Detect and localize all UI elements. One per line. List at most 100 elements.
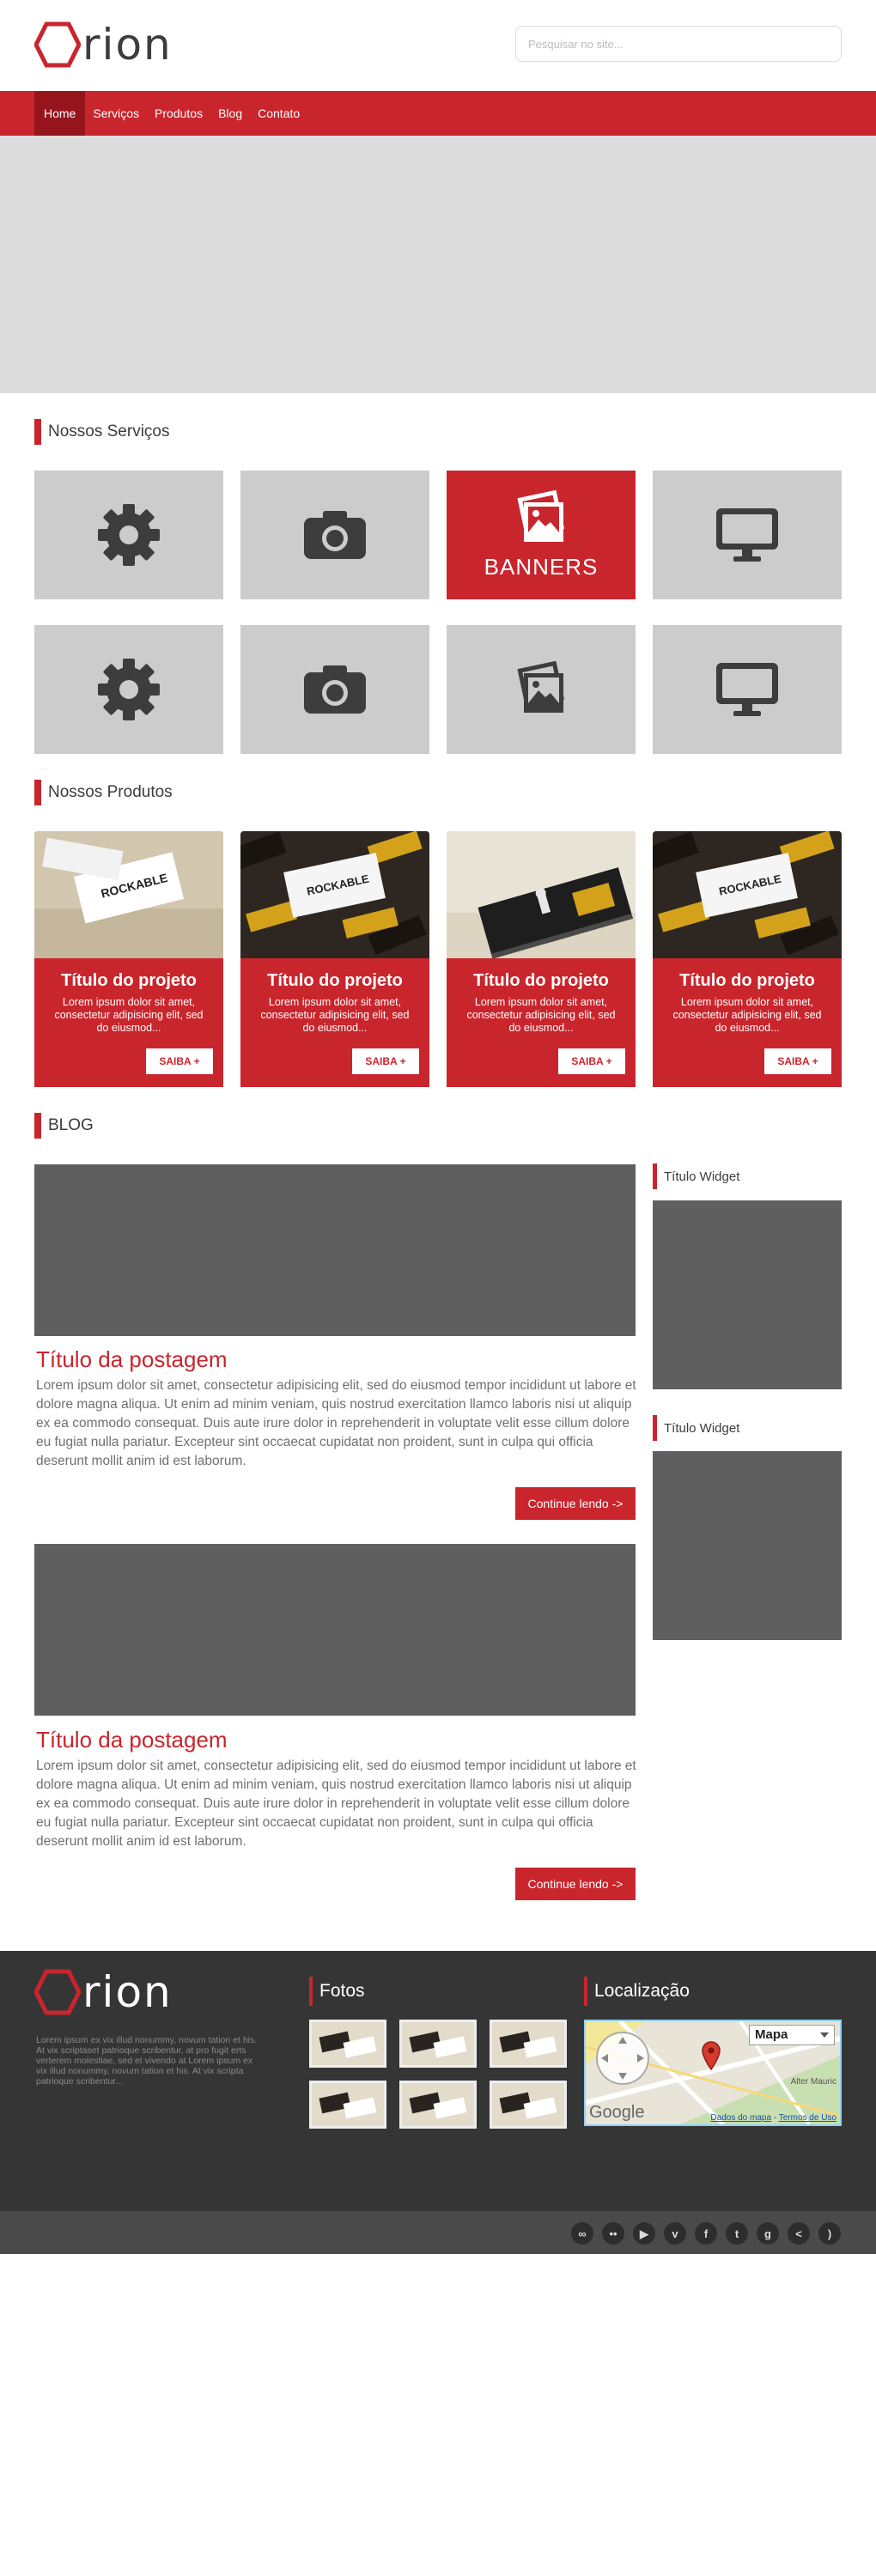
service-tile-monitor[interactable]	[653, 471, 842, 599]
service-tile-monitor[interactable]	[653, 625, 842, 754]
post-title[interactable]: Título da postagem	[36, 1346, 228, 1373]
map-type-label: Mapa	[755, 2027, 788, 2042]
footer: rion Lorem ipsum ex vix illud nonummy, n…	[0, 1951, 876, 2211]
services-title: Nossos Serviços	[48, 422, 170, 440]
nav-item-contato[interactable]: Contato	[250, 91, 307, 136]
heading-accent-bar	[309, 1977, 313, 2006]
share-icon[interactable]: <	[788, 2222, 810, 2245]
widget-title: Título Widget	[664, 1420, 740, 1436]
footer-about-text: Lorem ipsum ex vix illud nonummy, novum …	[36, 2035, 258, 2087]
map-terms-link[interactable]: Termos de Uso	[779, 2113, 836, 2123]
logo-text: rion	[82, 20, 173, 70]
youtube-icon[interactable]: ▶	[633, 2222, 655, 2245]
product-card[interactable]: ROCKABLE Título do projeto Lorem ipsum d…	[653, 831, 842, 1087]
camera-icon	[304, 665, 366, 714]
product-title: Título do projeto	[473, 971, 609, 990]
map-marker-icon[interactable]	[701, 2040, 721, 2071]
vimeo-icon[interactable]: v	[664, 2222, 686, 2245]
service-tile-camera[interactable]	[240, 625, 429, 754]
gear-icon	[98, 659, 160, 720]
blog-title: BLOG	[48, 1116, 94, 1134]
service-tile-camera[interactable]	[240, 471, 429, 599]
photo-thumbnail[interactable]	[399, 2020, 477, 2068]
footer-logo-text: rion	[82, 1967, 173, 2017]
heading-accent-bar	[34, 419, 41, 445]
photos-icon	[517, 489, 565, 542]
social-bar: ∞ •• ▶ v f t g < )	[0, 2211, 876, 2254]
map-data-link[interactable]: Dados do mapa	[710, 2113, 771, 2123]
service-tile-gear[interactable]	[34, 471, 223, 599]
post-image[interactable]	[34, 1164, 636, 1336]
monitor-icon	[716, 663, 778, 716]
product-card[interactable]: ROCKABLE Título do projeto Lorem ipsum d…	[34, 831, 223, 1087]
product-title: Título do projeto	[61, 971, 197, 990]
tile-label-banners: BANNERS	[484, 553, 599, 580]
camera-icon	[304, 511, 366, 559]
product-image: ROCKABLE	[653, 831, 842, 958]
service-tile-photos[interactable]	[447, 625, 636, 754]
nav-item-servicos[interactable]: Serviços	[85, 91, 147, 136]
heading-accent-bar	[34, 780, 41, 805]
product-text: Lorem ipsum dolor sit amet, consectetur …	[672, 996, 822, 1034]
location-map[interactable]: Mapa Alter Mauric Google Dados do mapa -…	[584, 2020, 842, 2126]
blog-heading: BLOG	[34, 1113, 94, 1139]
photo-thumbnail[interactable]	[490, 2081, 567, 2129]
post-excerpt: Lorem ipsum dolor sit amet, consectetur …	[36, 1378, 636, 1468]
product-card[interactable]: Título do projeto Lorem ipsum dolor sit …	[447, 831, 636, 1087]
twitter-icon[interactable]: t	[726, 2222, 748, 2245]
map-pan-control-icon[interactable]	[594, 2030, 651, 2087]
widget-heading: Título Widget	[653, 1415, 739, 1441]
nav-item-blog[interactable]: Blog	[210, 91, 250, 136]
heading-accent-bar	[34, 1113, 41, 1139]
product-text: Lorem ipsum dolor sit amet, consectetur …	[54, 996, 204, 1034]
delicious-icon[interactable]: ∞	[571, 2222, 593, 2245]
photo-thumbnail[interactable]	[309, 2020, 386, 2068]
photo-thumbnail[interactable]	[399, 2081, 477, 2129]
saiba-mais-button[interactable]: SAIBA +	[146, 1048, 213, 1074]
service-tile-banners[interactable]: BANNERS	[447, 471, 636, 599]
post-title[interactable]: Título da postagem	[36, 1727, 228, 1753]
nav-item-produtos[interactable]: Produtos	[147, 91, 210, 136]
business-cards-image: ROCKABLE	[240, 831, 429, 958]
post-excerpt: Lorem ipsum dolor sit amet, consectetur …	[36, 1759, 636, 1849]
photo-thumbnail[interactable]	[490, 2020, 567, 2068]
product-image	[447, 831, 636, 958]
product-image: ROCKABLE	[240, 831, 429, 958]
photos-heading: Fotos	[309, 1977, 365, 2006]
product-image: ROCKABLE	[34, 831, 223, 958]
search-input[interactable]	[515, 26, 842, 62]
nav-item-home[interactable]: Home	[34, 91, 86, 136]
continue-reading-button[interactable]: Continue lendo ->	[515, 1868, 636, 1900]
map-type-select[interactable]: Mapa	[749, 2025, 835, 2045]
chevron-down-icon	[820, 2032, 829, 2038]
photo-thumbnail[interactable]	[309, 2081, 386, 2129]
photos-icon	[517, 661, 565, 713]
rss-icon[interactable]: )	[818, 2222, 841, 2245]
location-title: Localização	[594, 1981, 690, 2001]
product-text: Lorem ipsum dolor sit amet, consectetur …	[466, 996, 616, 1034]
post-image[interactable]	[34, 1544, 636, 1716]
footer-logo[interactable]: rion	[34, 1966, 173, 2018]
heading-accent-bar	[584, 1977, 587, 2006]
widget-content	[653, 1200, 842, 1389]
logo[interactable]: rion	[34, 19, 173, 70]
product-title: Título do projeto	[267, 971, 403, 990]
gear-icon	[98, 504, 160, 566]
widget-content	[653, 1451, 842, 1640]
service-tile-gear[interactable]	[34, 625, 223, 754]
header: rion	[0, 0, 876, 91]
map-street-label: Alter Mauric	[790, 2077, 836, 2087]
continue-reading-button[interactable]: Continue lendo ->	[515, 1487, 636, 1520]
widget-accent-bar	[653, 1415, 657, 1441]
facebook-icon[interactable]: f	[695, 2222, 717, 2245]
products-heading: Nossos Produtos	[34, 780, 173, 805]
map-attribution: Dados do mapa - Termos de Uso	[710, 2113, 836, 2123]
google-icon[interactable]: g	[757, 2222, 779, 2245]
saiba-mais-button[interactable]: SAIBA +	[558, 1048, 625, 1074]
saiba-mais-button[interactable]: SAIBA +	[352, 1048, 419, 1074]
product-card[interactable]: ROCKABLE Título do projeto Lorem ipsum d…	[240, 831, 429, 1087]
saiba-mais-button[interactable]: SAIBA +	[764, 1048, 831, 1074]
products-title: Nossos Produtos	[48, 783, 173, 801]
product-title: Título do projeto	[679, 971, 815, 990]
flickr-icon[interactable]: ••	[602, 2222, 624, 2245]
